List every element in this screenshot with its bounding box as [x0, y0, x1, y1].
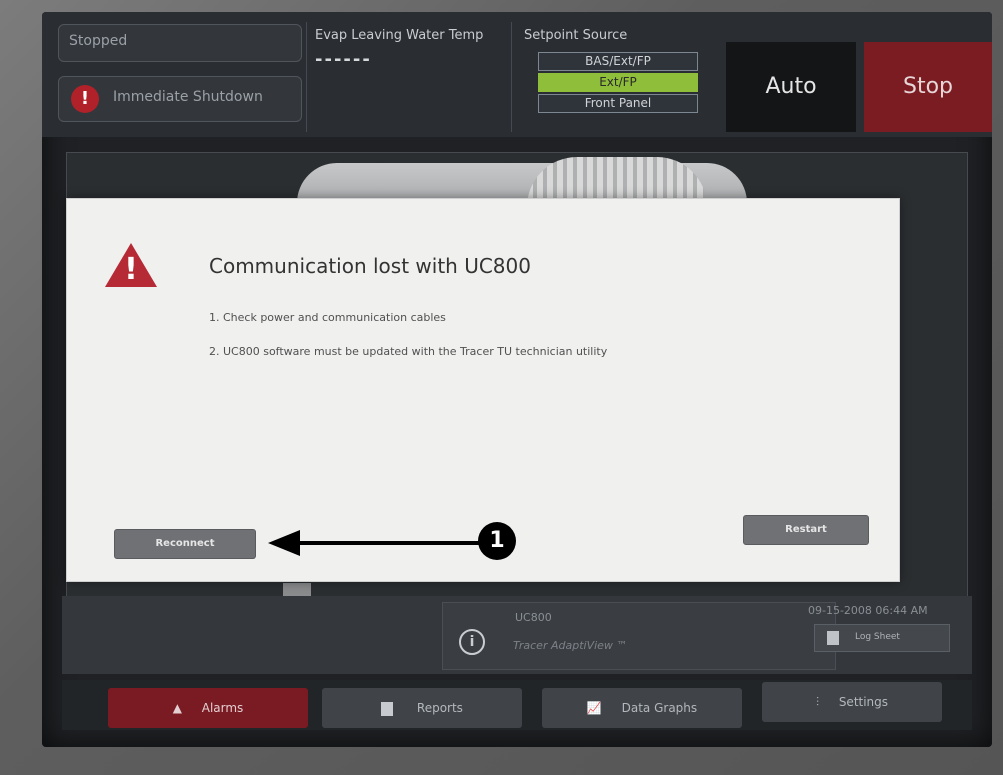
evap-temp-value: ------	[315, 49, 372, 70]
setpoint-source-label: Setpoint Source	[524, 28, 628, 43]
setpoint-source-panel: Setpoint Source BAS/Ext/FP Ext/FP Front …	[518, 22, 714, 132]
info-bar: i UC800 Tracer AdaptiView ™ 09-15-2008 0…	[62, 596, 972, 674]
graph-icon: 📈	[586, 701, 602, 715]
warning-exclamation-mark: !	[124, 252, 138, 287]
settings-tab[interactable]: ⫶ Settings	[762, 682, 942, 722]
product-name: Tracer AdaptiView ™	[513, 639, 628, 652]
status-bar: Stopped ! Immediate Shutdown Evap Leavin…	[42, 12, 992, 137]
log-sheet-button[interactable]: Log Sheet	[814, 624, 950, 652]
document-icon	[827, 631, 839, 645]
data-graphs-tab[interactable]: 📈 Data Graphs	[542, 688, 742, 728]
settings-label: Settings	[838, 695, 889, 709]
reports-tab[interactable]: Reports	[322, 688, 522, 728]
sliders-icon: ⫶	[815, 695, 819, 709]
device-name: UC800	[515, 611, 552, 624]
stop-button[interactable]: Stop	[864, 42, 992, 132]
setpoint-source-list: BAS/Ext/FP Ext/FP Front Panel	[538, 52, 698, 115]
alarms-tab[interactable]: ▲ Alarms	[108, 688, 308, 728]
report-document-icon	[381, 701, 394, 716]
setpoint-option-ext[interactable]: Ext/FP	[538, 73, 698, 92]
callout-arrow-line	[294, 541, 479, 545]
dialog-instruction-1: 1. Check power and communication cables	[209, 311, 446, 324]
dialog-instruction-2: 2. UC800 software must be updated with t…	[209, 345, 608, 358]
alarm-status[interactable]: ! Immediate Shutdown	[58, 76, 302, 122]
warning-triangle-icon: !	[103, 241, 159, 289]
info-icon[interactable]: i	[459, 629, 485, 655]
auto-button[interactable]: Auto	[726, 42, 856, 132]
device-info-panel: i UC800 Tracer AdaptiView ™	[442, 602, 836, 670]
bell-icon: ▲	[172, 701, 182, 715]
bottom-navigation: ▲ Alarms Reports 📈 Data Graphs ⫶ Setting…	[62, 680, 972, 730]
setpoint-option-bas[interactable]: BAS/Ext/FP	[538, 52, 698, 71]
evap-temp-panel: Evap Leaving Water Temp ------	[306, 22, 512, 132]
evap-temp-label: Evap Leaving Water Temp	[315, 28, 484, 43]
dialog-title: Communication lost with UC800	[209, 254, 531, 278]
alert-icon: !	[71, 85, 99, 113]
setpoint-option-front-panel[interactable]: Front Panel	[538, 94, 698, 113]
data-graphs-label: Data Graphs	[621, 701, 698, 715]
reports-label: Reports	[416, 701, 463, 715]
callout-marker: 1	[478, 522, 516, 560]
communication-error-dialog: ! Communication lost with UC800 1. Check…	[66, 198, 900, 582]
alarms-label: Alarms	[201, 701, 244, 715]
log-sheet-label: Log Sheet	[855, 632, 900, 642]
date-time: 09-15-2008 06:44 AM	[808, 604, 928, 617]
operating-status: Stopped	[58, 24, 302, 62]
reconnect-button[interactable]: Reconnect	[114, 529, 256, 559]
restart-button[interactable]: Restart	[743, 515, 869, 545]
alarm-status-label: Immediate Shutdown	[113, 89, 263, 105]
